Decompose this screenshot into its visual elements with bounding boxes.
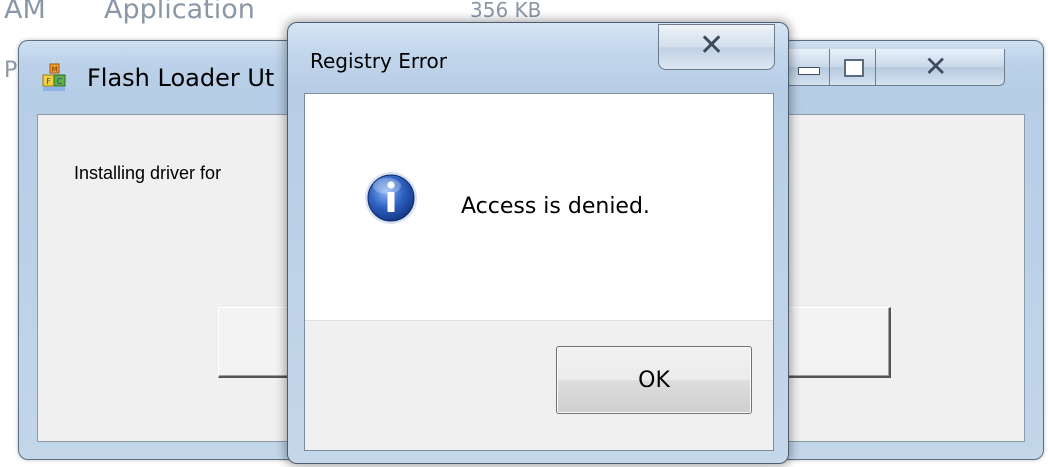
ok-button[interactable]: OK xyxy=(556,346,752,414)
close-icon: ✕ xyxy=(699,28,725,63)
dialog-title: Registry Error xyxy=(310,49,447,73)
svg-text:C: C xyxy=(57,77,63,86)
status-text: Installing driver for xyxy=(74,163,222,183)
svg-text:M: M xyxy=(51,66,57,74)
dialog-button-bar: OK xyxy=(305,320,773,450)
dialog-message: Access is denied. xyxy=(461,194,650,219)
background-row2-text: P xyxy=(4,58,18,83)
registry-error-dialog: Registry Error ✕ Access is denied. OK xyxy=(287,22,789,464)
background-type-text: AM xyxy=(4,0,46,25)
flash-loader-app-icon: M F C xyxy=(42,63,66,91)
minimize-button[interactable] xyxy=(785,49,831,86)
window-title: Flash Loader Ut xyxy=(87,64,275,92)
close-button[interactable]: ✕ xyxy=(875,49,1005,86)
dialog-body: Access is denied. OK xyxy=(304,93,774,451)
background-size-text: 356 KB xyxy=(470,0,542,22)
minimize-icon xyxy=(798,67,820,75)
svg-text:F: F xyxy=(46,77,51,86)
maximize-button[interactable] xyxy=(829,49,877,86)
close-icon: ✕ xyxy=(924,50,948,83)
dialog-close-button[interactable]: ✕ xyxy=(658,24,775,70)
info-icon xyxy=(365,172,417,224)
background-name-text: Application xyxy=(104,0,255,25)
maximize-icon xyxy=(844,59,864,77)
